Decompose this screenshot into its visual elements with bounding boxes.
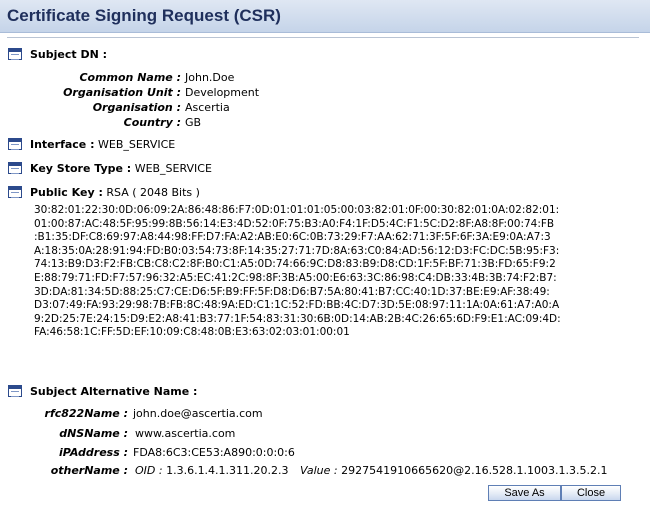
public-key-label: Public Key :	[30, 186, 103, 199]
subject-dn-header: Subject DN :	[30, 48, 108, 61]
oid-label: OID :	[135, 464, 163, 477]
interface-row: Interface : WEB_SERVICE	[30, 138, 175, 152]
org-unit-value: Development	[185, 86, 260, 99]
hex-line: 9:2D:25:7E:24:15:D9:E2:A8:41:B3:77:1F:54…	[34, 312, 561, 325]
common-name-value: John.Doe	[185, 71, 235, 84]
key-store-type-value: WEB_SERVICE	[134, 162, 212, 175]
value-label: Value :	[300, 464, 338, 477]
othername-label: otherName :	[50, 464, 128, 477]
close-button[interactable]: Close	[561, 485, 621, 501]
san-header: Subject Alternative Name :	[30, 385, 198, 398]
hex-line: 3D:DA:81:34:5D:88:25:C7:CE:D6:5F:B9:FF:5…	[34, 285, 550, 298]
dnsname-value: www.ascertia.com	[135, 427, 236, 440]
key-store-type-label: Key Store Type :	[30, 162, 132, 175]
hex-line: E:88:79:71:FD:F7:57:96:32:A5:EC:41:2C:98…	[34, 271, 557, 284]
organisation-value: Ascertia	[185, 101, 230, 114]
dnsname-label: dNSName :	[59, 427, 128, 440]
title-separator	[7, 37, 639, 38]
hex-line: D3:07:49:FA:93:29:98:7B:FB:8C:48:9A:ED:C…	[34, 299, 560, 312]
key-store-type-row: Key Store Type : WEB_SERVICE	[30, 162, 212, 176]
ipaddress-label: iPAddress :	[59, 446, 128, 459]
org-unit-label: Organisation Unit :	[63, 86, 181, 99]
public-key-hex: 30:82:01:22:30:0D:06:09:2A:86:48:86:F7:0…	[34, 204, 594, 340]
section-icon	[8, 162, 22, 174]
section-icon	[8, 385, 22, 397]
oid-value: 1.3.6.1.4.1.311.20.2.3	[166, 464, 289, 477]
section-icon	[8, 186, 22, 198]
hex-line: 74:13:B9:D3:F2:FB:CB:C8:C2:8F:B0:C1:A5:0…	[34, 258, 556, 271]
rfc822name-value: john.doe@ascertia.com	[133, 407, 263, 420]
country-label: Country :	[123, 116, 181, 129]
interface-label: Interface :	[30, 138, 95, 151]
organisation-label: Organisation :	[92, 101, 181, 114]
hex-line: 01:00:87:AC:48:5F:95:99:8B:56:14:E3:4D:5…	[34, 217, 555, 230]
section-icon	[8, 48, 22, 60]
ipaddress-value: FDA8:6C3:CE53:A890:0:0:0:6	[133, 446, 295, 459]
save-as-button[interactable]: Save As	[488, 485, 561, 501]
hex-line: :B1:35:DF:C8:69:97:A8:44:98:FF:D7:FA:A2:…	[34, 231, 551, 244]
hex-line: FA:46:58:1C:FF:5D:EF:10:09:C8:48:0B:E3:6…	[34, 326, 350, 339]
interface-value: WEB_SERVICE	[98, 138, 176, 151]
value-value: 2927541910665620@2.16.528.1.1003.1.3.5.2…	[341, 464, 608, 477]
othername-value: OID : 1.3.6.1.4.1.311.20.2.3 Value : 292…	[135, 464, 608, 478]
window-title: Certificate Signing Request (CSR)	[7, 6, 281, 25]
public-key-row: Public Key : RSA ( 2048 Bits )	[30, 186, 200, 200]
hex-line: 30:82:01:22:30:0D:06:09:2A:86:48:86:F7:0…	[34, 204, 560, 216]
hex-line: A:18:35:0A:28:91:94:FD:B0:03:54:73:8F:14…	[34, 244, 560, 257]
public-key-algorithm: RSA ( 2048 Bits )	[106, 186, 200, 199]
section-icon	[8, 138, 22, 150]
common-name-label: Common Name :	[79, 71, 181, 84]
rfc822name-label: rfc822Name :	[44, 407, 128, 420]
country-value: GB	[185, 116, 202, 129]
title-bar: Certificate Signing Request (CSR)	[0, 0, 650, 33]
